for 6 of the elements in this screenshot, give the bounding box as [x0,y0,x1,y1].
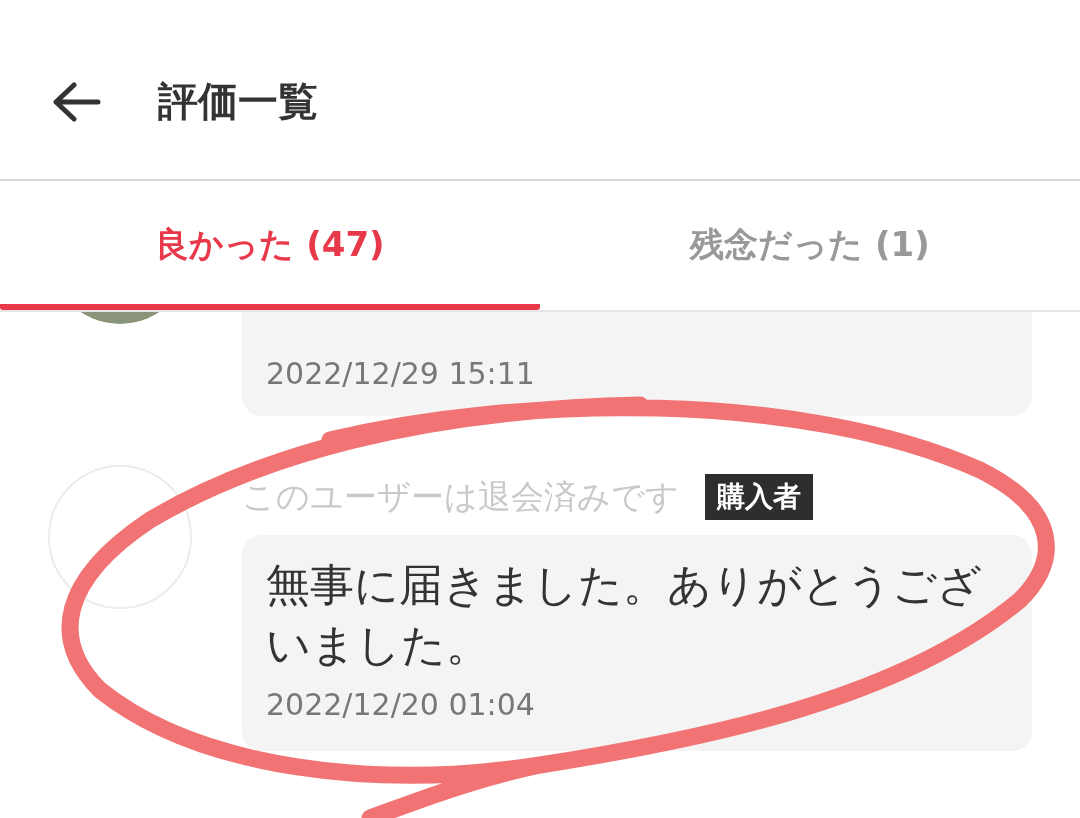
buyer-badge: 購入者 [705,474,813,520]
page-title: 評価一覧 [158,77,318,126]
review-date: 2022/12/29 15:11 [266,355,536,393]
review-message: 無事に届きました。ありがとうございました。 [266,558,983,672]
back-icon[interactable] [50,81,102,122]
review-date: 2022/12/20 01:04 [266,686,536,724]
